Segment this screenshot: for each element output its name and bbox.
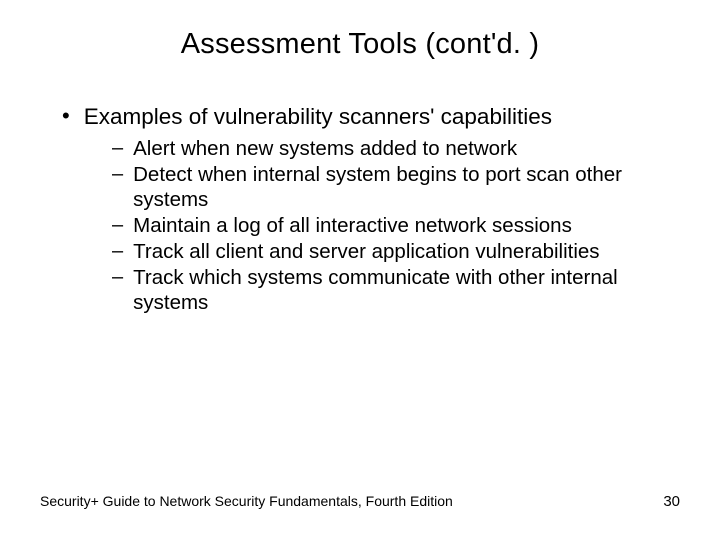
list-item: – Track which systems communicate with o… (112, 265, 680, 315)
page-number: 30 (663, 493, 680, 510)
footer-source: Security+ Guide to Network Security Fund… (40, 493, 453, 509)
dash-icon: – (112, 162, 123, 187)
bullet-text: Examples of vulnerability scanners' capa… (84, 103, 552, 130)
sub-bullet-text: Track all client and server application … (133, 239, 599, 264)
dash-icon: – (112, 213, 123, 238)
sub-bullet-text: Detect when internal system begins to po… (133, 162, 680, 212)
dash-icon: – (112, 265, 123, 290)
sub-bullet-text: Alert when new systems added to network (133, 136, 517, 161)
bullet-marker: • (62, 103, 70, 129)
slide-footer: Security+ Guide to Network Security Fund… (40, 493, 680, 510)
list-item: – Detect when internal system begins to … (112, 162, 680, 212)
slide-container: Assessment Tools (cont'd. ) • Examples o… (0, 0, 720, 540)
sub-bullet-text: Maintain a log of all interactive networ… (133, 213, 572, 238)
slide-title: Assessment Tools (cont'd. ) (40, 28, 680, 61)
slide-content: • Examples of vulnerability scanners' ca… (40, 103, 680, 315)
bullet-item: • Examples of vulnerability scanners' ca… (62, 103, 680, 130)
list-item: – Maintain a log of all interactive netw… (112, 213, 680, 238)
dash-icon: – (112, 136, 123, 161)
sub-bullet-text: Track which systems communicate with oth… (133, 265, 680, 315)
list-item: – Alert when new systems added to networ… (112, 136, 680, 161)
sub-bullet-list: – Alert when new systems added to networ… (62, 136, 680, 315)
dash-icon: – (112, 239, 123, 264)
list-item: – Track all client and server applicatio… (112, 239, 680, 264)
